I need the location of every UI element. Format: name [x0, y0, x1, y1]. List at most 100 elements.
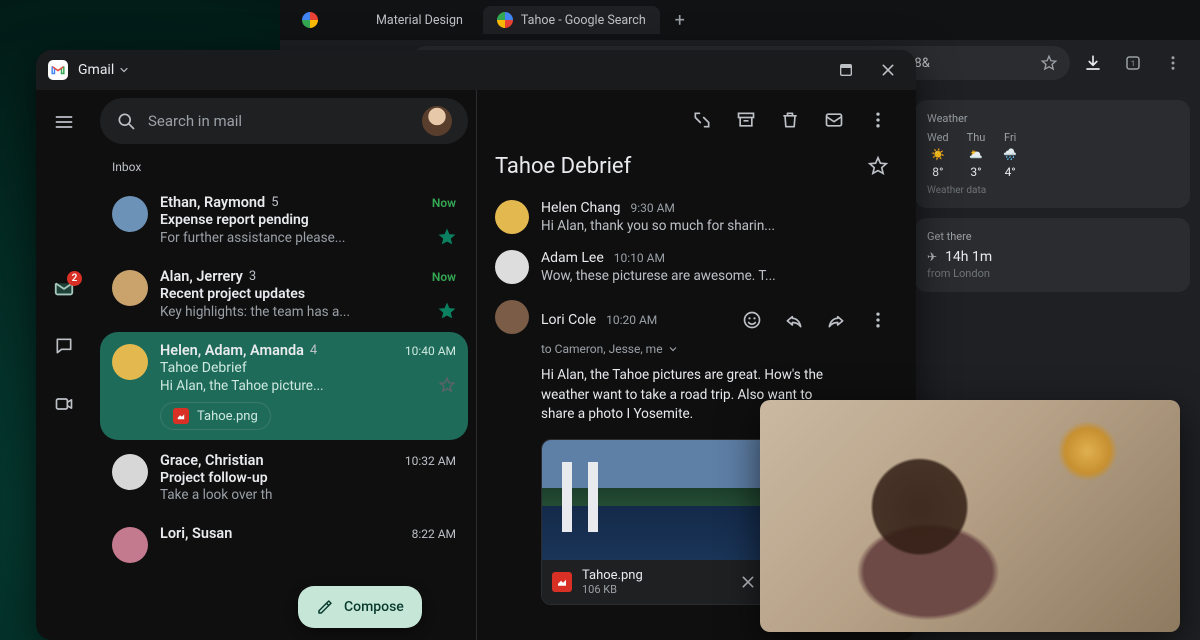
chrome-tab-search[interactable]: Tahoe - Google Search: [483, 6, 660, 34]
star-icon[interactable]: [438, 302, 456, 320]
expand-button[interactable]: [682, 100, 722, 140]
thread-avatar: [112, 270, 148, 306]
favicon-icon: [352, 12, 368, 28]
video-pip-overlay[interactable]: [760, 400, 1180, 632]
wx-day: Fri🌧️4°: [1003, 131, 1017, 179]
thread-avatar: [112, 344, 148, 380]
chrome-tabstrip: Material Design Tahoe - Google Search +: [280, 0, 1200, 40]
mail-badge: 2: [67, 271, 82, 286]
thread-subject: Project follow-up: [160, 470, 456, 486]
thread-item[interactable]: Alan, Jerrery 3 Now Recent project updat…: [100, 258, 468, 330]
message-recipients[interactable]: to Cameron, Jesse, me: [541, 342, 898, 356]
thread-from: Grace, Christian: [160, 452, 264, 469]
downloads-button[interactable]: [1076, 46, 1110, 80]
message-snippet: Hi Alan, thank you so much for sharin...: [541, 218, 871, 234]
account-avatar[interactable]: [422, 106, 452, 136]
forward-button[interactable]: [816, 300, 856, 340]
more-button[interactable]: [858, 100, 898, 140]
menu-button[interactable]: [44, 102, 84, 142]
thread-count: 4: [310, 343, 317, 358]
thread-snippet: Hi Alan, the Tahoe picture...: [160, 378, 432, 394]
chevron-down-icon: [118, 64, 130, 76]
attachment-thumbnail: [542, 440, 770, 560]
search-icon: [116, 111, 136, 131]
attachment-chip[interactable]: Tahoe.png: [160, 402, 271, 430]
wx-day: Thu🌥️3°: [967, 131, 986, 179]
thread-avatar: [112, 454, 148, 490]
left-rail: 2: [36, 90, 92, 640]
emoji-button[interactable]: [732, 300, 772, 340]
window-close-button[interactable]: [872, 54, 904, 86]
chrome-tab-material[interactable]: [288, 6, 332, 34]
thread-count: 5: [271, 195, 278, 210]
attachment-name: Tahoe.png: [582, 568, 643, 583]
message-avatar: [495, 250, 529, 284]
thread-snippet: Take a look over th: [160, 487, 456, 503]
thread-item[interactable]: Ethan, Raymond 5 Now Expense report pend…: [100, 184, 468, 256]
card-title: Weather: [927, 112, 1178, 125]
thread-item[interactable]: Lori, Susan 8:22 AM: [100, 515, 468, 573]
message-item[interactable]: Helen Chang 9:30 AM Hi Alan, thank you s…: [495, 200, 898, 234]
gmail-logo-icon: [48, 60, 68, 80]
window-restore-button[interactable]: [830, 54, 862, 86]
favicon-icon: [497, 12, 513, 28]
thread-time: 10:32 AM: [405, 454, 456, 468]
thread-from: Helen, Adam, Amanda: [160, 342, 304, 359]
favicon-icon: [302, 12, 318, 28]
message-subject: Tahoe Debrief: [495, 154, 631, 179]
chat-rail-button[interactable]: [44, 326, 84, 366]
app-name[interactable]: Gmail: [78, 62, 130, 78]
delete-button[interactable]: [770, 100, 810, 140]
thread-avatar: [112, 196, 148, 232]
get-there-card[interactable]: Get there ✈︎ 14h 1m from London: [915, 218, 1190, 292]
gmail-titlebar: Gmail: [36, 50, 916, 90]
message-sender: Adam Lee: [541, 250, 604, 266]
weather-card[interactable]: Weather Wed☀️8° Thu🌥️3° Fri🌧️4° Weather …: [915, 100, 1190, 208]
thread-subject: Recent project updates: [160, 286, 456, 302]
thread-from: Ethan, Raymond: [160, 194, 265, 211]
thread-time: Now: [432, 196, 456, 210]
archive-button[interactable]: [726, 100, 766, 140]
compose-label: Compose: [344, 599, 404, 615]
message-more-button[interactable]: [858, 300, 898, 340]
compose-button[interactable]: Compose: [298, 586, 422, 628]
message-item[interactable]: Adam Lee 10:10 AM Wow, these picturese a…: [495, 250, 898, 284]
mark-unread-button[interactable]: [814, 100, 854, 140]
thread-time: Now: [432, 270, 456, 284]
chevron-down-icon: [667, 343, 679, 355]
thread-item[interactable]: Helen, Adam, Amanda 4 10:40 AM Tahoe Deb…: [100, 332, 468, 440]
bookmark-star-icon[interactable]: [1040, 54, 1058, 72]
tabs-button[interactable]: 1: [1116, 46, 1150, 80]
new-tab-button[interactable]: +: [666, 6, 694, 34]
attachment-preview[interactable]: Tahoe.png 106 KB: [541, 439, 771, 605]
message-snippet: Wow, these picturese are awesome. T...: [541, 268, 871, 284]
message-sender: Helen Chang: [541, 200, 620, 216]
mail-rail-button[interactable]: 2: [44, 268, 84, 308]
pencil-icon: [316, 598, 334, 616]
tab-label: Material Design: [376, 13, 463, 28]
thread-time: 10:40 AM: [405, 344, 456, 358]
thread-list-column: Search in mail Inbox Ethan, Raymond 5 No…: [92, 90, 476, 640]
card-title: Get there: [927, 230, 1178, 243]
search-bar[interactable]: Search in mail: [100, 98, 468, 144]
chrome-tab-material-2[interactable]: Material Design: [338, 6, 477, 34]
travel-from: from London: [927, 267, 1178, 280]
thread-snippet: For further assistance please...: [160, 230, 432, 246]
star-icon[interactable]: [438, 228, 456, 246]
search-placeholder: Search in mail: [148, 112, 410, 130]
message-sender: Lori Cole: [541, 312, 596, 328]
thread-from: Lori, Susan: [160, 525, 232, 542]
chrome-menu-button[interactable]: [1156, 46, 1190, 80]
meet-rail-button[interactable]: [44, 384, 84, 424]
reply-button[interactable]: [774, 300, 814, 340]
star-button[interactable]: [858, 146, 898, 186]
wx-day: Wed☀️8°: [927, 131, 949, 179]
thread-from: Alan, Jerrery: [160, 268, 243, 285]
thread-time: 8:22 AM: [412, 527, 456, 541]
star-icon[interactable]: [438, 376, 456, 394]
thread-subject: Expense report pending: [160, 212, 456, 228]
thread-item[interactable]: Grace, Christian 10:32 AM Project follow…: [100, 442, 468, 513]
attachment-close-button[interactable]: [736, 570, 760, 594]
svg-text:1: 1: [1131, 59, 1135, 68]
message-time: 9:30 AM: [630, 201, 674, 215]
